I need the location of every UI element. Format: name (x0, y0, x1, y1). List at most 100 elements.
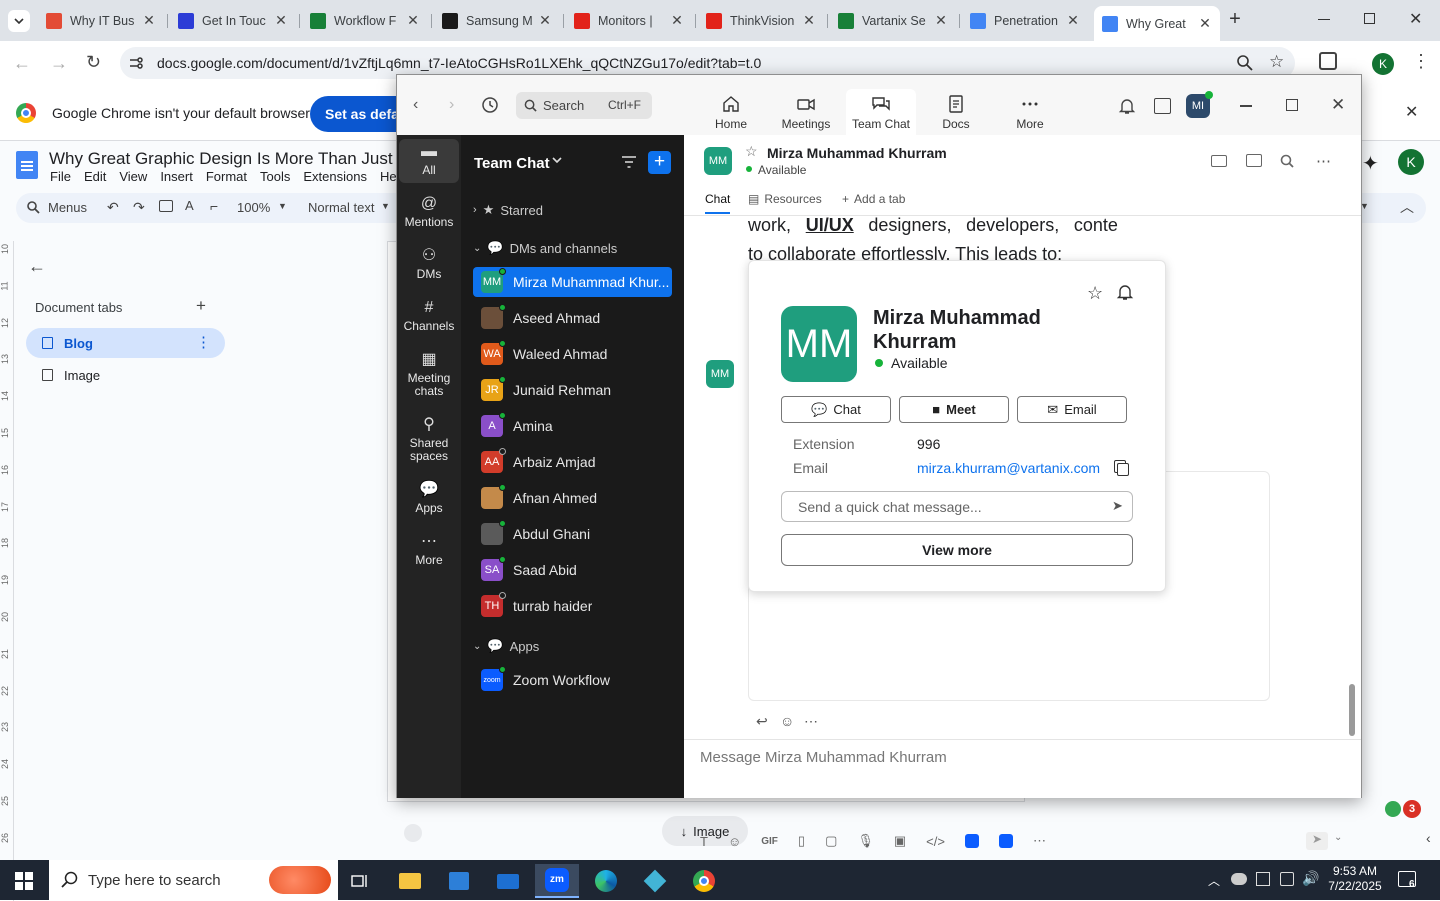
file-explorer-icon[interactable] (388, 864, 432, 898)
show-hidden-icons[interactable]: ︿ (1208, 872, 1220, 889)
tab-close-icon[interactable]: ✕ (406, 12, 420, 29)
minimize-button[interactable] (1240, 105, 1252, 107)
close-window-button[interactable]: ✕ (1409, 9, 1422, 29)
undo-icon[interactable]: ↶ (107, 199, 119, 216)
contact-row[interactable]: TH turrab haider (473, 591, 672, 621)
tab-docs[interactable]: Docs (921, 89, 991, 135)
tab-close-icon[interactable]: ✕ (1066, 12, 1080, 29)
screenshot-icon[interactable]: ▢ (825, 833, 837, 849)
tab-close-icon[interactable]: ✕ (670, 12, 684, 29)
share-screen-icon[interactable] (1246, 154, 1262, 167)
start-button[interactable] (2, 864, 46, 898)
emoji-icon[interactable]: ☺ (728, 834, 741, 849)
message-composer[interactable]: Message Mirza Muhammad Khurram (700, 749, 947, 766)
zoom-search-bar[interactable]: Search Ctrl+F (516, 92, 652, 119)
notification-bell-icon[interactable] (1116, 283, 1134, 301)
tab-close-icon[interactable]: ✕ (142, 12, 156, 29)
tab-resources[interactable]: ▤ Resources (748, 192, 822, 206)
rail-all[interactable]: ▬ All (399, 139, 459, 183)
more-actions-icon[interactable]: ⋯ (804, 713, 818, 730)
site-info-icon[interactable] (128, 55, 144, 71)
zoom-app-icon-2[interactable] (998, 834, 1013, 848)
tab-search-button[interactable] (8, 10, 30, 32)
chat-button[interactable]: 💬 Chat (781, 396, 891, 423)
taskbar-search[interactable]: Type here to search (49, 860, 338, 900)
email-link[interactable]: mirza.khurram@vartanix.com (917, 460, 1100, 476)
close-button[interactable]: ✕ (1331, 95, 1345, 115)
contact-row[interactable]: JR Junaid Rehman (473, 375, 672, 405)
tab-close-icon[interactable]: ✕ (934, 12, 948, 29)
onedrive-icon[interactable] (1231, 873, 1247, 885)
browser-tab[interactable]: Why IT Bus ✕ (38, 6, 164, 35)
collapse-toolbar-icon[interactable]: ︿ (1400, 197, 1414, 217)
restore-window-button[interactable] (1364, 13, 1375, 24)
calendar-icon[interactable] (1154, 98, 1171, 114)
task-view-icon[interactable] (338, 864, 382, 898)
contact-row[interactable]: WA Waleed Ahmad (473, 339, 672, 369)
menu-edit[interactable]: Edit (84, 169, 106, 184)
battery-icon[interactable] (1280, 872, 1294, 886)
team-chat-title[interactable]: Team Chat (474, 155, 550, 172)
explore-icon[interactable] (1385, 801, 1401, 817)
spellcheck-icon[interactable]: A (185, 198, 194, 213)
back-icon[interactable]: ← (13, 53, 31, 74)
send-icon[interactable]: ➤ (1306, 832, 1328, 850)
minimize-window-button[interactable] (1318, 19, 1330, 20)
meet-button[interactable]: ■ Meet (899, 396, 1009, 423)
tab-close-icon[interactable]: ✕ (802, 12, 816, 29)
chat-contact-name[interactable]: Mirza Muhammad Khurram (767, 145, 947, 161)
rail-apps[interactable]: 💬 Apps (399, 482, 459, 515)
more-options-icon[interactable]: ⋯ (1316, 152, 1331, 170)
filter-icon[interactable] (621, 155, 637, 169)
browser-tab[interactable]: Why Great ✕ (1094, 6, 1220, 41)
video-call-icon[interactable] (1211, 155, 1227, 167)
rail-more[interactable]: ⋯ More (399, 534, 459, 567)
tab-chat[interactable]: Chat (705, 192, 731, 214)
browser-tab[interactable]: Samsung M ✕ (434, 6, 560, 35)
docs-avatar[interactable]: K (1398, 149, 1424, 175)
video-message-icon[interactable]: ▣ (894, 833, 906, 849)
more-icon[interactable]: ⋯ (1033, 833, 1046, 849)
favorite-star-icon[interactable]: ☆ (1087, 283, 1103, 304)
tab-more[interactable]: More (995, 89, 1065, 135)
tab-team-chat[interactable]: Team Chat (846, 89, 916, 135)
tab-meetings[interactable]: Meetings (771, 89, 841, 135)
search-icon[interactable] (1280, 154, 1294, 168)
clock[interactable]: 9:53 AM 7/22/2025 (1326, 864, 1384, 894)
browser-tab[interactable]: ThinkVision ✕ (698, 6, 824, 35)
dms-channels-section[interactable]: ⌄ 💬 DMs and channels (473, 239, 673, 257)
gemini-sparkle-icon[interactable]: ✦ (1362, 151, 1379, 176)
add-reaction-icon[interactable]: ☺ (780, 713, 794, 729)
tab-close-icon[interactable]: ✕ (274, 12, 288, 29)
starred-section[interactable]: › ★ Starred (473, 201, 673, 219)
paint-format-icon[interactable]: ⌐ (210, 198, 218, 214)
extensions-icon[interactable] (1319, 52, 1337, 70)
browser-tab[interactable]: Monitors | ✕ (566, 6, 692, 35)
tab-options-icon[interactable]: ⋮ (196, 333, 211, 351)
zoom-app-icon[interactable] (964, 834, 979, 848)
back-arrow-icon[interactable]: ← (28, 256, 46, 277)
forward-icon[interactable]: › (449, 96, 454, 114)
star-icon[interactable]: ☆ (745, 143, 758, 160)
side-panel-toggle-icon[interactable]: ‹ (1426, 830, 1431, 846)
doc-tab-image[interactable]: Image (26, 360, 225, 390)
menu-view[interactable]: View (119, 169, 147, 184)
app-diamond-icon[interactable] (633, 864, 677, 898)
mail-icon[interactable] (486, 864, 530, 898)
browser-tab[interactable]: Vartanix Se ✕ (830, 6, 956, 35)
menu-format[interactable]: Format (206, 169, 247, 184)
rail-channels[interactable]: # Channels (399, 300, 459, 333)
menu-file[interactable]: File (50, 169, 71, 184)
browser-tab[interactable]: Penetration ✕ (962, 6, 1088, 35)
new-chat-button[interactable]: + (648, 151, 671, 174)
volume-icon[interactable]: 🔊 (1302, 870, 1319, 887)
contact-row[interactable]: Aseed Ahmad (473, 303, 672, 333)
mic-icon[interactable]: 🎙 (857, 833, 874, 849)
forward-icon[interactable]: → (50, 53, 68, 74)
scrollbar-thumb[interactable] (1349, 684, 1355, 736)
browser-tab[interactable]: Workflow F ✕ (302, 6, 428, 35)
rail-dms[interactable]: ⚇ DMs (399, 248, 459, 281)
text-format-icon[interactable]: T (700, 834, 708, 849)
contact-row[interactable]: Afnan Ahmed (473, 483, 672, 513)
style-select[interactable]: Normal text (308, 200, 374, 215)
